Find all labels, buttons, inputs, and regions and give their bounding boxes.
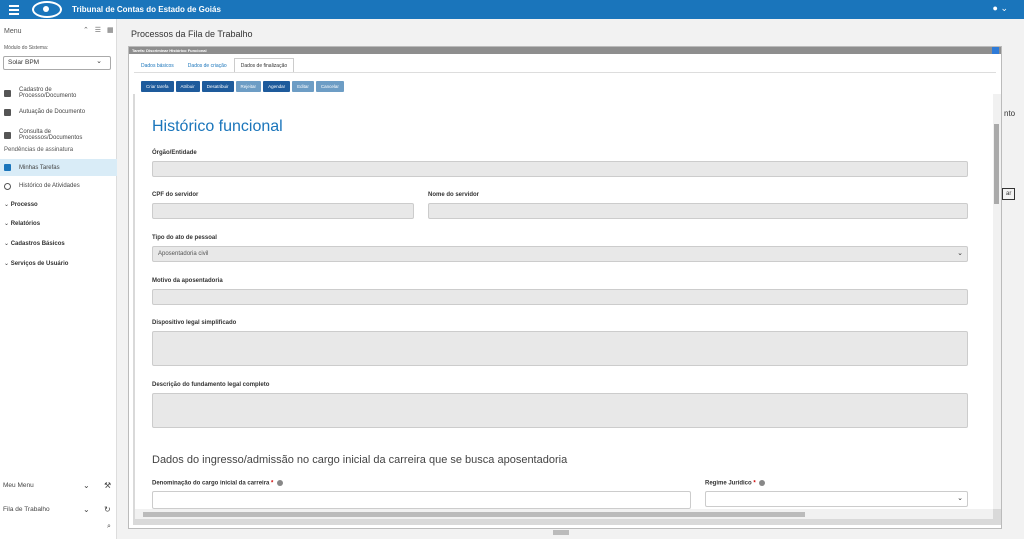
clock-icon [4, 182, 11, 190]
required-mark: * [271, 480, 274, 487]
sidebar-group-relatorios[interactable]: Relatórios [4, 220, 40, 227]
folder-icon [4, 89, 11, 97]
horizontal-scroll-thumb[interactable] [143, 512, 805, 517]
sidebar-item-label: Cadastro de Processo/Documento [19, 87, 77, 99]
atribuir-button[interactable]: Atribuir [175, 81, 200, 92]
user-circle-icon[interactable]: ● ⌄ [993, 3, 1008, 14]
desatribuir-button[interactable]: Desatribuir [201, 81, 234, 92]
chevron-down-icon: ⌄ [957, 495, 963, 502]
cancelar-button[interactable]: Cancelar [315, 81, 344, 92]
orgao-label: Órgão/Entidade [152, 150, 197, 156]
document-icon [4, 131, 11, 139]
denominacao-label-text: Denominação do cargo inicial da carreira [152, 480, 270, 487]
horizontal-scrollbar[interactable] [135, 509, 993, 519]
form-frame: Histórico funcional Órgão/Entidade CPF d… [133, 94, 1001, 525]
modal-title-bar: Tarefa: Discriminar Histórico Funcional [129, 47, 1001, 54]
motivo-field[interactable] [152, 289, 968, 305]
my-menu-label[interactable]: Meu Menu [3, 482, 34, 489]
app-title: Tribunal de Contas do Estado de Goiás [72, 5, 221, 14]
sidebar-item-cadastro[interactable]: Cadastro de Processo/Documento [0, 83, 117, 103]
sidebar-group-processo[interactable]: Processo [4, 201, 38, 208]
denominacao-label: Denominação do cargo inicial da carreira… [152, 480, 284, 487]
regime-label: Regime Jurídico * [705, 480, 766, 487]
sidebar-group-cadastros[interactable]: Cadastros Básicos [4, 240, 65, 247]
dispositivo-textarea[interactable] [152, 331, 968, 366]
cpf-label: CPF do servidor [152, 192, 199, 198]
agendar-button[interactable]: Agendar [263, 81, 291, 92]
help-icon[interactable] [277, 480, 284, 486]
nome-field[interactable] [428, 203, 968, 219]
sidebar-item-label: Histórico de Atividades [19, 183, 80, 189]
sidebar-group-servicos[interactable]: Serviços de Usuário [4, 260, 69, 267]
module-label: Módulo do Sistema: [4, 45, 49, 51]
refresh-icon[interactable]: ↻ [104, 505, 111, 514]
background-button[interactable]: ar [1002, 188, 1016, 200]
sidebar-item-label: Consulta de Processos/Documentos [19, 129, 83, 141]
tab-dados-criacao[interactable]: Dados de criação [181, 58, 234, 73]
tipo-select[interactable]: Aposentadoria civil ⌄ [152, 246, 968, 262]
work-queue-label[interactable]: Fila de Trabalho [3, 506, 50, 513]
background-text: nto [1004, 109, 1016, 118]
search-icon[interactable]: ⌕ [107, 523, 111, 531]
module-select[interactable]: Solar BPM [3, 56, 111, 70]
sidebar-item-consulta[interactable]: Consulta de Processos/Documentos [0, 125, 117, 145]
sidebar-item-label: Autuação de Documento [19, 109, 86, 115]
top-bar: Tribunal de Contas do Estado de Goiás ● … [0, 0, 1024, 19]
section-heading-ingresso: Dados do ingresso/admissão no cargo inic… [152, 454, 568, 466]
sidebar: Menu ⌃ ☰ ▦ Módulo do Sistema: Solar BPM … [0, 19, 117, 539]
close-icon[interactable] [992, 47, 999, 54]
sidebar-section-pendencias: Pendências de assinatura [4, 147, 74, 153]
sidebar-item-minhas-tarefas[interactable]: Minhas Tarefas [0, 159, 117, 176]
tab-dados-finalizacao[interactable]: Dados de finalização [233, 58, 295, 73]
task-modal: Tarefa: Discriminar Histórico Funcional … [128, 46, 1002, 529]
regime-select[interactable]: ⌄ [705, 491, 968, 507]
regime-label-text: Regime Jurídico [705, 480, 752, 487]
hamburger-menu-icon[interactable] [0, 0, 28, 19]
descricao-textarea[interactable] [152, 393, 968, 428]
sidebar-item-label: Minhas Tarefas [19, 164, 60, 171]
modal-tabs: Dados básicos Dados de criação Dados de … [134, 58, 295, 73]
sidebar-item-historico[interactable]: Histórico de Atividades [0, 181, 117, 191]
tipo-select-value: Aposentadoria civil [158, 251, 209, 257]
chevron-down-icon: ⌄ [957, 250, 963, 257]
denominacao-field[interactable] [152, 491, 691, 509]
action-toolbar: Criar tarefa Atribuir Desatribuir Rejeit… [141, 81, 344, 92]
descricao-label: Descrição do fundamento legal completo [152, 382, 270, 388]
tipo-label: Tipo do ato de pessoal [152, 235, 217, 241]
tce-logo [32, 1, 62, 18]
page-title: Processos da Fila de Trabalho [131, 29, 253, 39]
vertical-scroll-thumb[interactable] [994, 124, 999, 204]
modal-title: Tarefa: Discriminar Histórico Funcional [132, 48, 207, 53]
required-mark: * [753, 480, 756, 487]
form-heading: Histórico funcional [152, 118, 283, 135]
resize-handle[interactable] [553, 530, 569, 535]
checkbox-icon [4, 108, 11, 116]
wrench-icon[interactable]: ⚒ [104, 481, 111, 490]
vertical-scrollbar[interactable] [993, 94, 1001, 509]
orgao-field[interactable] [152, 161, 968, 177]
sidebar-item-autuacao[interactable]: Autuação de Documento [0, 107, 117, 117]
motivo-label: Motivo da aposentadoria [152, 278, 223, 284]
help-icon[interactable] [759, 480, 766, 486]
tab-dados-basicos[interactable]: Dados básicos [134, 58, 181, 73]
tab-divider [134, 72, 996, 73]
rejeitar-button[interactable]: Rejeitar [235, 81, 262, 92]
nome-label: Nome do servidor [428, 192, 480, 198]
dispositivo-label: Dispositivo legal simplificado [152, 320, 237, 326]
chevron-down-icon[interactable]: ⌄ [83, 481, 90, 490]
sidebar-header: Menu [4, 28, 22, 35]
sidebar-header-icons[interactable]: ⌃ ☰ ▦ [83, 26, 116, 34]
editar-button[interactable]: Editar [292, 81, 314, 92]
form-content: Histórico funcional Órgão/Entidade CPF d… [135, 94, 993, 509]
criar-tarefa-button[interactable]: Criar tarefa [141, 81, 174, 92]
cpf-field[interactable] [152, 203, 414, 219]
chevron-down-icon[interactable]: ⌄ [83, 505, 90, 514]
calendar-icon [4, 164, 11, 171]
